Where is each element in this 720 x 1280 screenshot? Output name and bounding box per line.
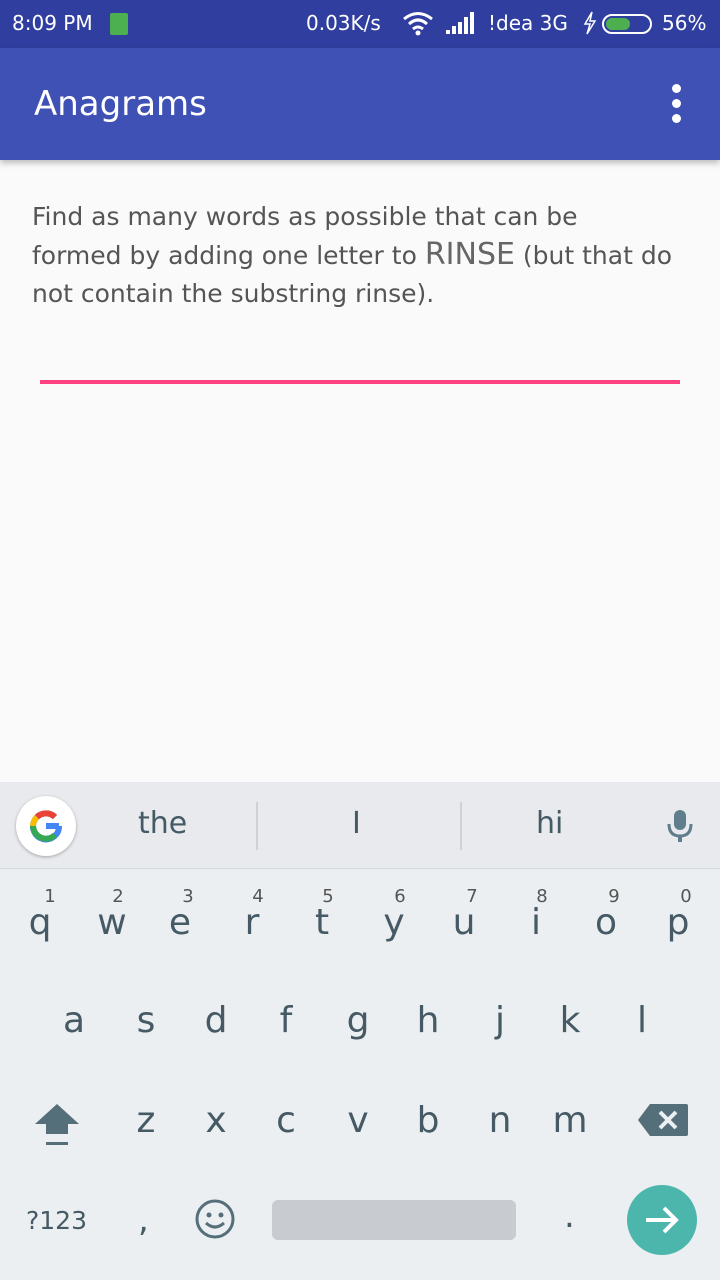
space-key[interactable] bbox=[272, 1200, 516, 1240]
status-bar: 8:09 PM 0.03K/s !dea 3G 56% bbox=[0, 0, 720, 48]
key-d[interactable]: d bbox=[186, 1000, 246, 1041]
comma-key[interactable]: , bbox=[138, 1200, 149, 1240]
key-j[interactable]: j bbox=[470, 1000, 530, 1041]
more-vert-icon[interactable] bbox=[664, 84, 688, 124]
keyboard: the I hi qwertyuiop 1 2 3 4 5 6 7 8 9 0 asdfghjkl zx… bbox=[0, 782, 720, 1280]
app-title: Anagrams bbox=[34, 84, 207, 124]
word-input[interactable] bbox=[40, 380, 680, 384]
wifi-icon bbox=[402, 10, 434, 41]
key-hint: 6 bbox=[394, 886, 406, 907]
key-g[interactable]: g bbox=[328, 1000, 388, 1041]
key-b[interactable]: b bbox=[398, 1100, 458, 1141]
key-n[interactable]: n bbox=[470, 1100, 530, 1141]
charging-icon bbox=[582, 10, 598, 41]
key-i[interactable]: i bbox=[506, 902, 566, 943]
key-q[interactable]: q bbox=[10, 902, 70, 943]
app-bar: Anagrams bbox=[0, 48, 720, 160]
battery-percent: 56% bbox=[662, 11, 707, 35]
key-hint: 7 bbox=[466, 886, 478, 907]
key-hint: 0 bbox=[680, 886, 692, 907]
suggestion-1[interactable]: the bbox=[138, 806, 187, 841]
key-t[interactable]: t bbox=[292, 902, 352, 943]
key-l[interactable]: l bbox=[612, 1000, 672, 1041]
key-o[interactable]: o bbox=[576, 902, 636, 943]
key-hint: 5 bbox=[322, 886, 334, 907]
suggestion-divider bbox=[256, 802, 258, 850]
key-a[interactable]: a bbox=[44, 1000, 104, 1041]
enter-button[interactable] bbox=[627, 1185, 697, 1255]
instructions-text: Find as many words as possible that can … bbox=[32, 198, 672, 313]
carrier-label: !dea 3G bbox=[488, 11, 568, 35]
google-icon[interactable] bbox=[16, 796, 76, 856]
battery-icon bbox=[602, 14, 652, 34]
notification-icon bbox=[110, 13, 128, 35]
network-speed: 0.03K/s bbox=[306, 11, 381, 35]
key-z[interactable]: z bbox=[116, 1100, 176, 1141]
key-w[interactable]: w bbox=[82, 902, 142, 943]
key-f[interactable]: f bbox=[256, 1000, 316, 1041]
key-u[interactable]: u bbox=[434, 902, 494, 943]
key-hint: 8 bbox=[536, 886, 548, 907]
key-y[interactable]: y bbox=[364, 902, 424, 943]
target-word: RINSE bbox=[424, 237, 515, 272]
mic-icon[interactable] bbox=[666, 808, 694, 848]
suggestion-bar: the I hi bbox=[0, 782, 720, 869]
key-h[interactable]: h bbox=[398, 1000, 458, 1041]
key-r[interactable]: r bbox=[222, 902, 282, 943]
signal-icon bbox=[446, 12, 478, 39]
key-s[interactable]: s bbox=[116, 1000, 176, 1041]
period-key[interactable]: . bbox=[564, 1196, 575, 1236]
key-c[interactable]: c bbox=[256, 1100, 316, 1141]
key-hint: 2 bbox=[112, 886, 124, 907]
suggestion-2[interactable]: I bbox=[352, 806, 361, 841]
backspace-icon[interactable] bbox=[636, 1102, 690, 1142]
key-hint: 3 bbox=[182, 886, 194, 907]
key-hint: 9 bbox=[608, 886, 620, 907]
key-hint: 4 bbox=[252, 886, 264, 907]
symbols-key[interactable]: ?123 bbox=[26, 1206, 87, 1235]
suggestion-3[interactable]: hi bbox=[536, 806, 563, 841]
key-k[interactable]: k bbox=[540, 1000, 600, 1041]
key-v[interactable]: v bbox=[328, 1100, 388, 1141]
key-hint: 1 bbox=[44, 886, 56, 907]
key-m[interactable]: m bbox=[540, 1100, 600, 1141]
key-e[interactable]: e bbox=[150, 902, 210, 943]
key-p[interactable]: p bbox=[648, 902, 708, 943]
status-time: 8:09 PM bbox=[12, 11, 93, 35]
key-x[interactable]: x bbox=[186, 1100, 246, 1141]
shift-icon[interactable] bbox=[32, 1100, 82, 1154]
emoji-icon[interactable] bbox=[194, 1198, 236, 1244]
suggestion-divider bbox=[460, 802, 462, 850]
